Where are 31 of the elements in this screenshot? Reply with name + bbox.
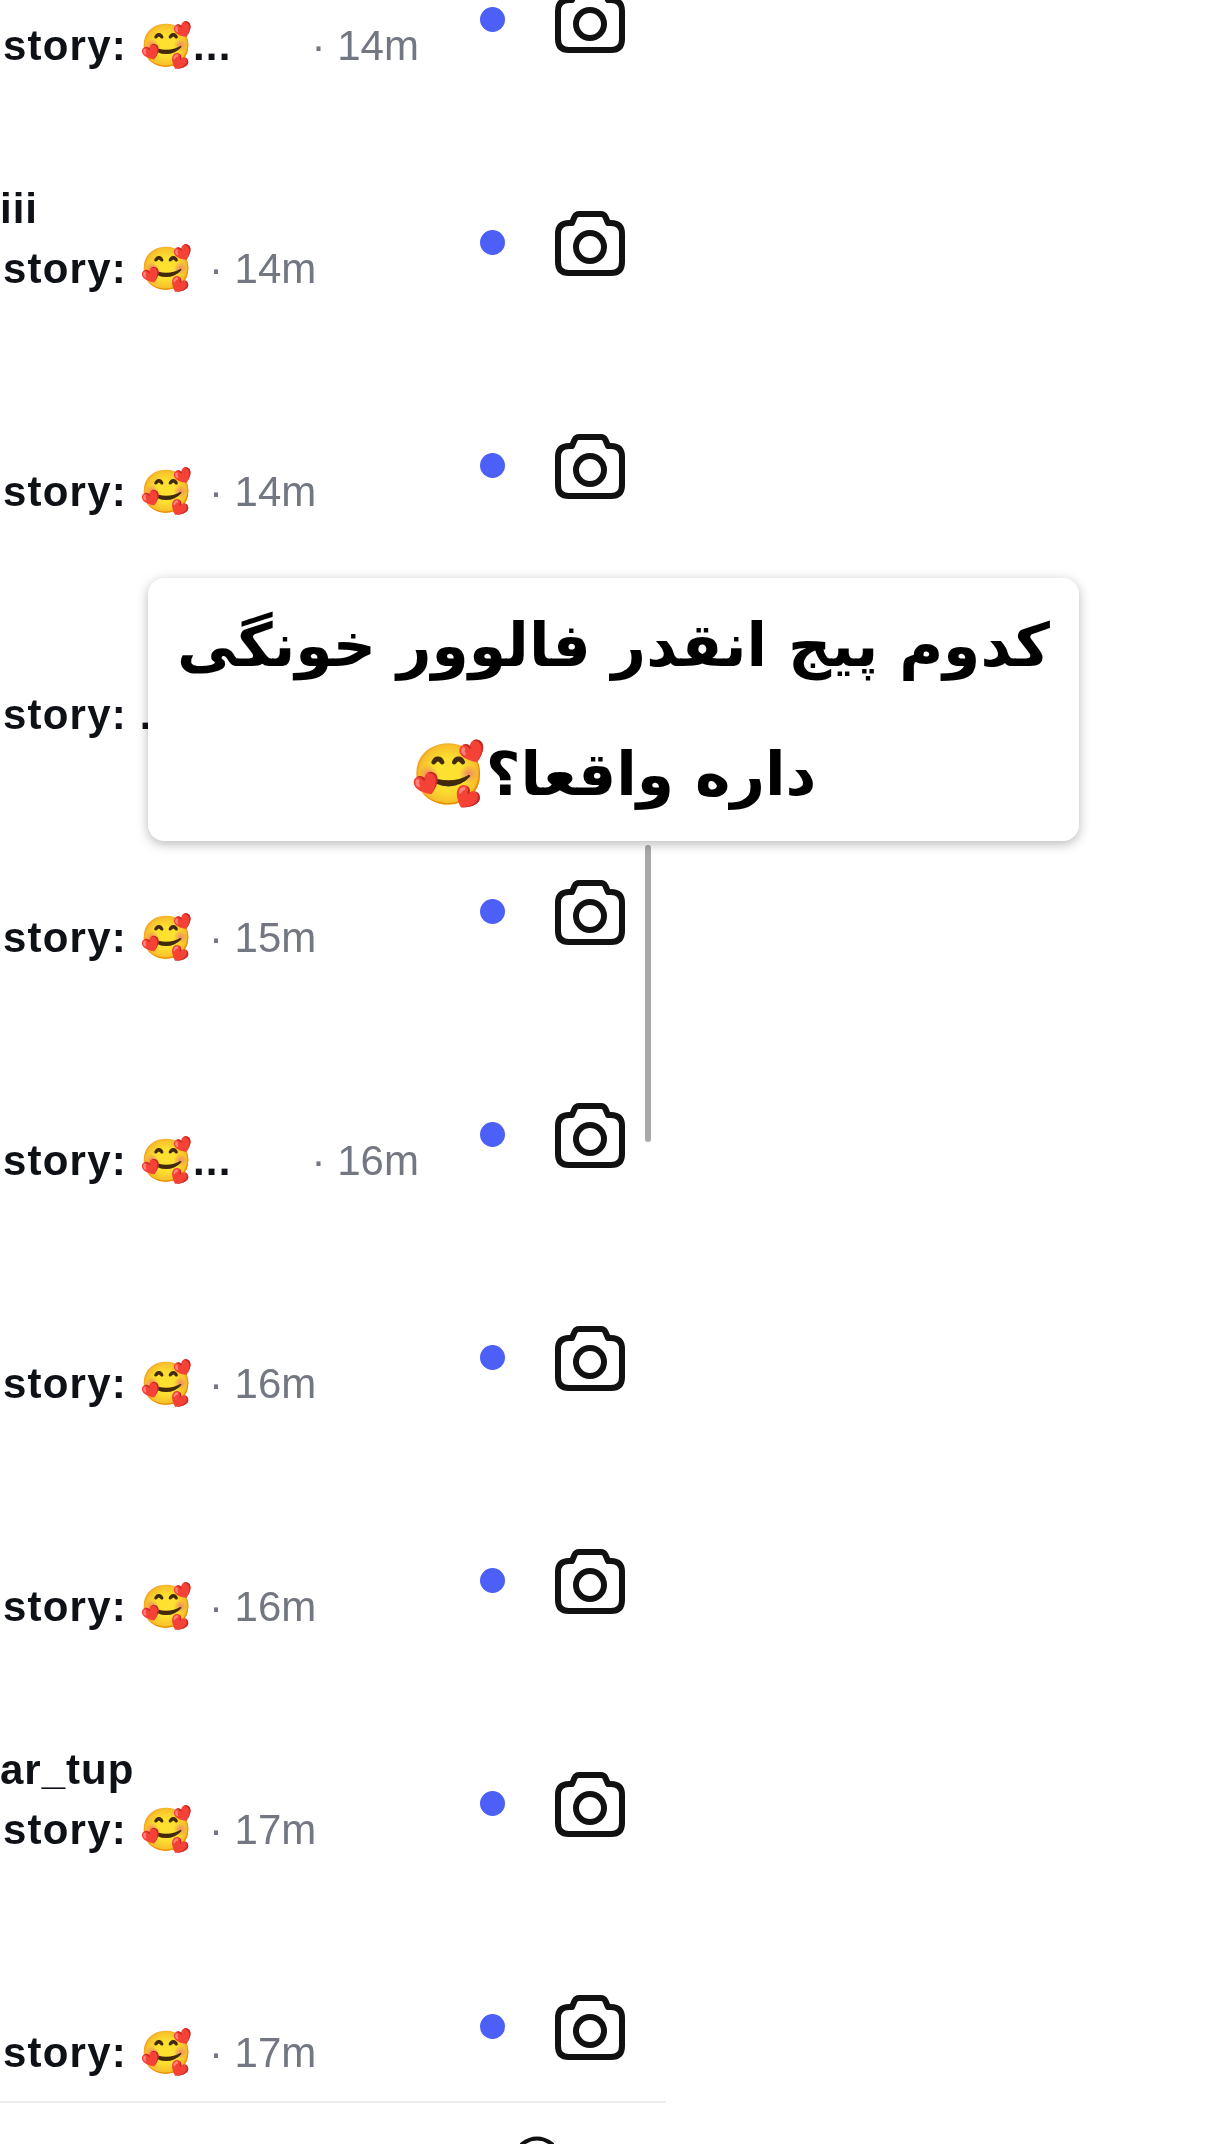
message-preview: story: 🥰 xyxy=(3,1359,193,1410)
timestamp: · 16m xyxy=(208,1582,317,1633)
username-text: ar_tup xyxy=(0,1745,135,1796)
timestamp: · 15m xyxy=(208,913,317,964)
camera-button[interactable] xyxy=(555,1993,625,2060)
camera-button[interactable] xyxy=(555,1547,625,1614)
timestamp: · 14m xyxy=(208,244,317,295)
camera-button[interactable] xyxy=(555,209,625,276)
message-preview: story: 🥰... xyxy=(3,21,232,72)
message-preview: story: 🥰... xyxy=(3,1136,232,1187)
camera-button[interactable] xyxy=(555,1770,625,1837)
camera-button[interactable] xyxy=(555,1324,625,1391)
arc-icon[interactable] xyxy=(519,2135,555,2144)
message-preview: story: 🥰 xyxy=(3,913,193,964)
caption-text: کدوم پیج انقدر فالوور خونگی داره واقعا؟🥰 xyxy=(177,608,1050,812)
timestamp: · 14m xyxy=(311,21,419,72)
timestamp: · 14m xyxy=(208,467,317,518)
camera-button[interactable] xyxy=(555,878,625,945)
timestamp: · 17m xyxy=(208,2028,317,2079)
message-preview: story: 🥰 xyxy=(3,244,193,295)
camera-button[interactable] xyxy=(555,432,625,499)
message-preview: story: 🥰 xyxy=(3,1805,193,1856)
camera-button[interactable] xyxy=(555,1101,625,1168)
message-preview: story: 🥰 xyxy=(3,2028,193,2079)
timestamp: · 17m xyxy=(208,1805,317,1856)
username-text: iii xyxy=(0,184,38,235)
timestamp: · 16m xyxy=(311,1136,419,1187)
timestamp: · 16m xyxy=(208,1359,317,1410)
camera-button[interactable] xyxy=(555,0,625,53)
message-preview: story: 🥰 xyxy=(3,1582,193,1633)
message-preview: story: 🥰 xyxy=(3,467,193,518)
